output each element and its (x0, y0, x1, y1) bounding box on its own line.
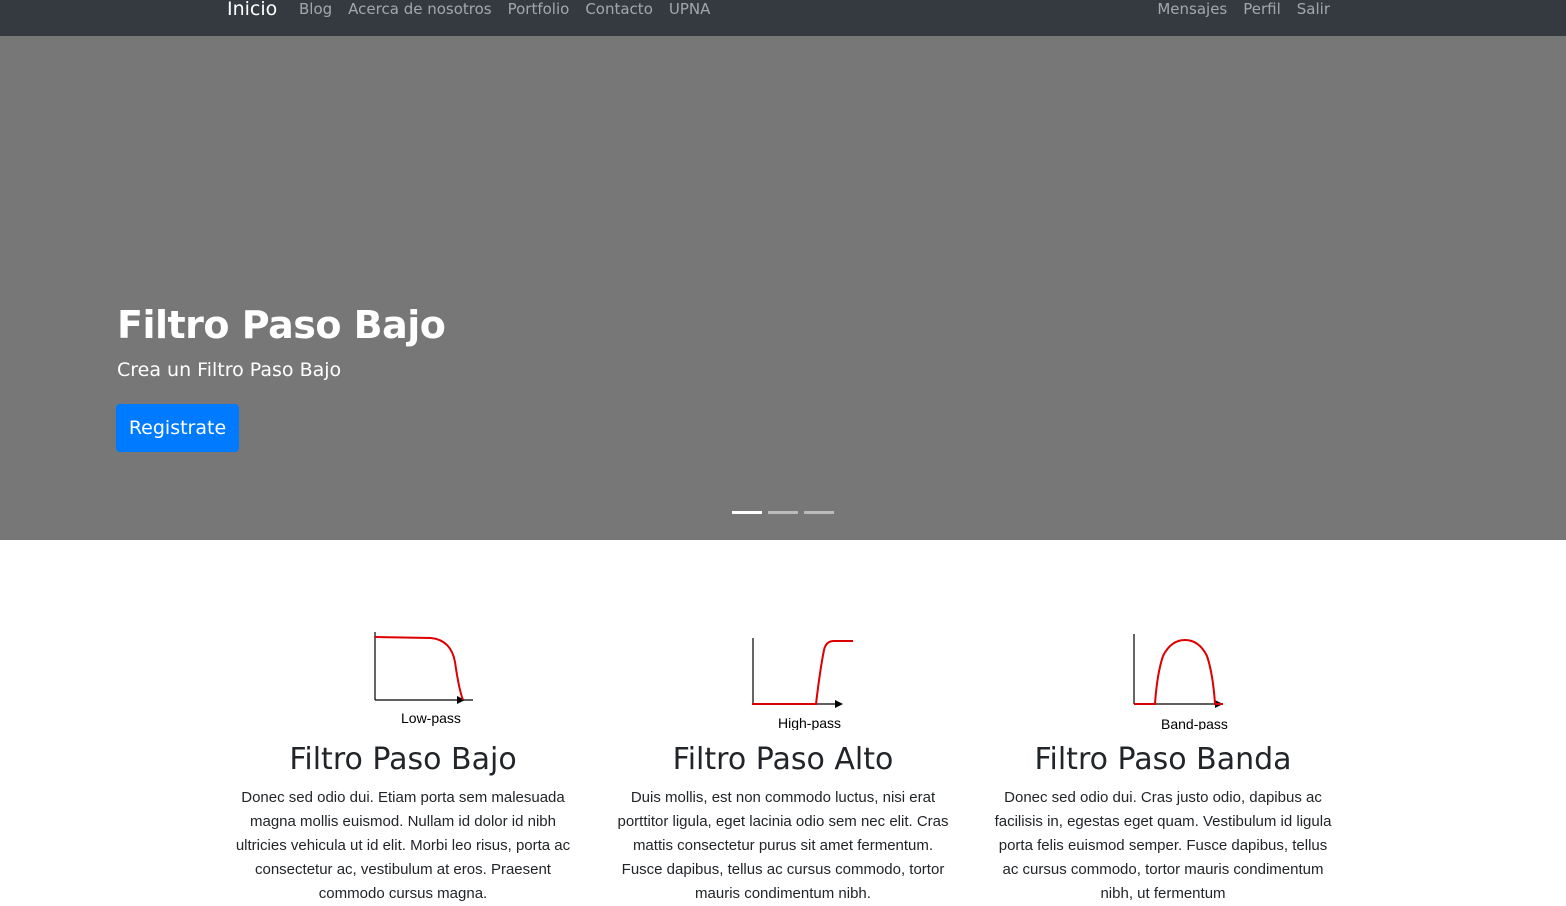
carousel-indicators (732, 511, 834, 514)
high-pass-caption: High-pass (778, 715, 841, 730)
hero-title: Filtro Paso Bajo (117, 303, 446, 347)
feature-title-low-pass: Filtro Paso Bajo (289, 742, 517, 777)
nav-link-logout[interactable]: Salir (1289, 0, 1330, 18)
carousel-indicator-2[interactable] (768, 511, 798, 514)
carousel-indicator-1[interactable] (732, 511, 762, 514)
feature-low-pass: Low-pass Filtro Paso Bajo Donec sed odio… (233, 630, 573, 906)
register-button[interactable]: Registrate (116, 404, 239, 452)
hero-subtitle: Crea un Filtro Paso Bajo (117, 359, 342, 381)
hero-carousel: Filtro Paso Bajo Crea un Filtro Paso Baj… (0, 36, 1566, 540)
feature-text-band-pass: Donec sed odio dui. Cras justo odio, dap… (994, 789, 1332, 902)
nav-left: Blog Acerca de nosotros Portfolio Contac… (299, 0, 718, 18)
carousel-indicator-3[interactable] (804, 511, 834, 514)
feature-high-pass: High-pass Filtro Paso Alto Duis mollis, … (613, 630, 953, 906)
high-pass-response-image: High-pass (752, 638, 853, 730)
nav-link-about[interactable]: Acerca de nosotros (340, 0, 499, 18)
feature-band-pass: Band-pass Filtro Paso Banda Donec sed od… (993, 630, 1333, 906)
nav-link-upna[interactable]: UPNA (661, 0, 719, 18)
low-pass-response-image: Low-pass (374, 632, 473, 726)
feature-text-low-pass: Donec sed odio dui. Etiam porta sem male… (235, 789, 571, 902)
navbar: Inicio Blog Acerca de nosotros Portfolio… (0, 0, 1566, 36)
nav-link-messages[interactable]: Mensajes (1149, 0, 1235, 18)
feature-title-high-pass: Filtro Paso Alto (672, 742, 894, 777)
nav-link-profile[interactable]: Perfil (1235, 0, 1289, 18)
nav-right: Mensajes Perfil Salir (1149, 0, 1330, 18)
feature-title-band-pass: Filtro Paso Banda (1034, 742, 1292, 777)
low-pass-caption: Low-pass (401, 710, 461, 726)
nav-link-blog[interactable]: Blog (299, 0, 340, 18)
brand-link[interactable]: Inicio (227, 0, 277, 20)
feature-text-high-pass: Duis mollis, est non commodo luctus, nis… (617, 789, 949, 902)
band-pass-caption: Band-pass (1161, 716, 1228, 730)
band-pass-response-image: Band-pass (1133, 634, 1228, 730)
nav-link-contact[interactable]: Contacto (577, 0, 661, 18)
nav-link-portfolio[interactable]: Portfolio (500, 0, 578, 18)
